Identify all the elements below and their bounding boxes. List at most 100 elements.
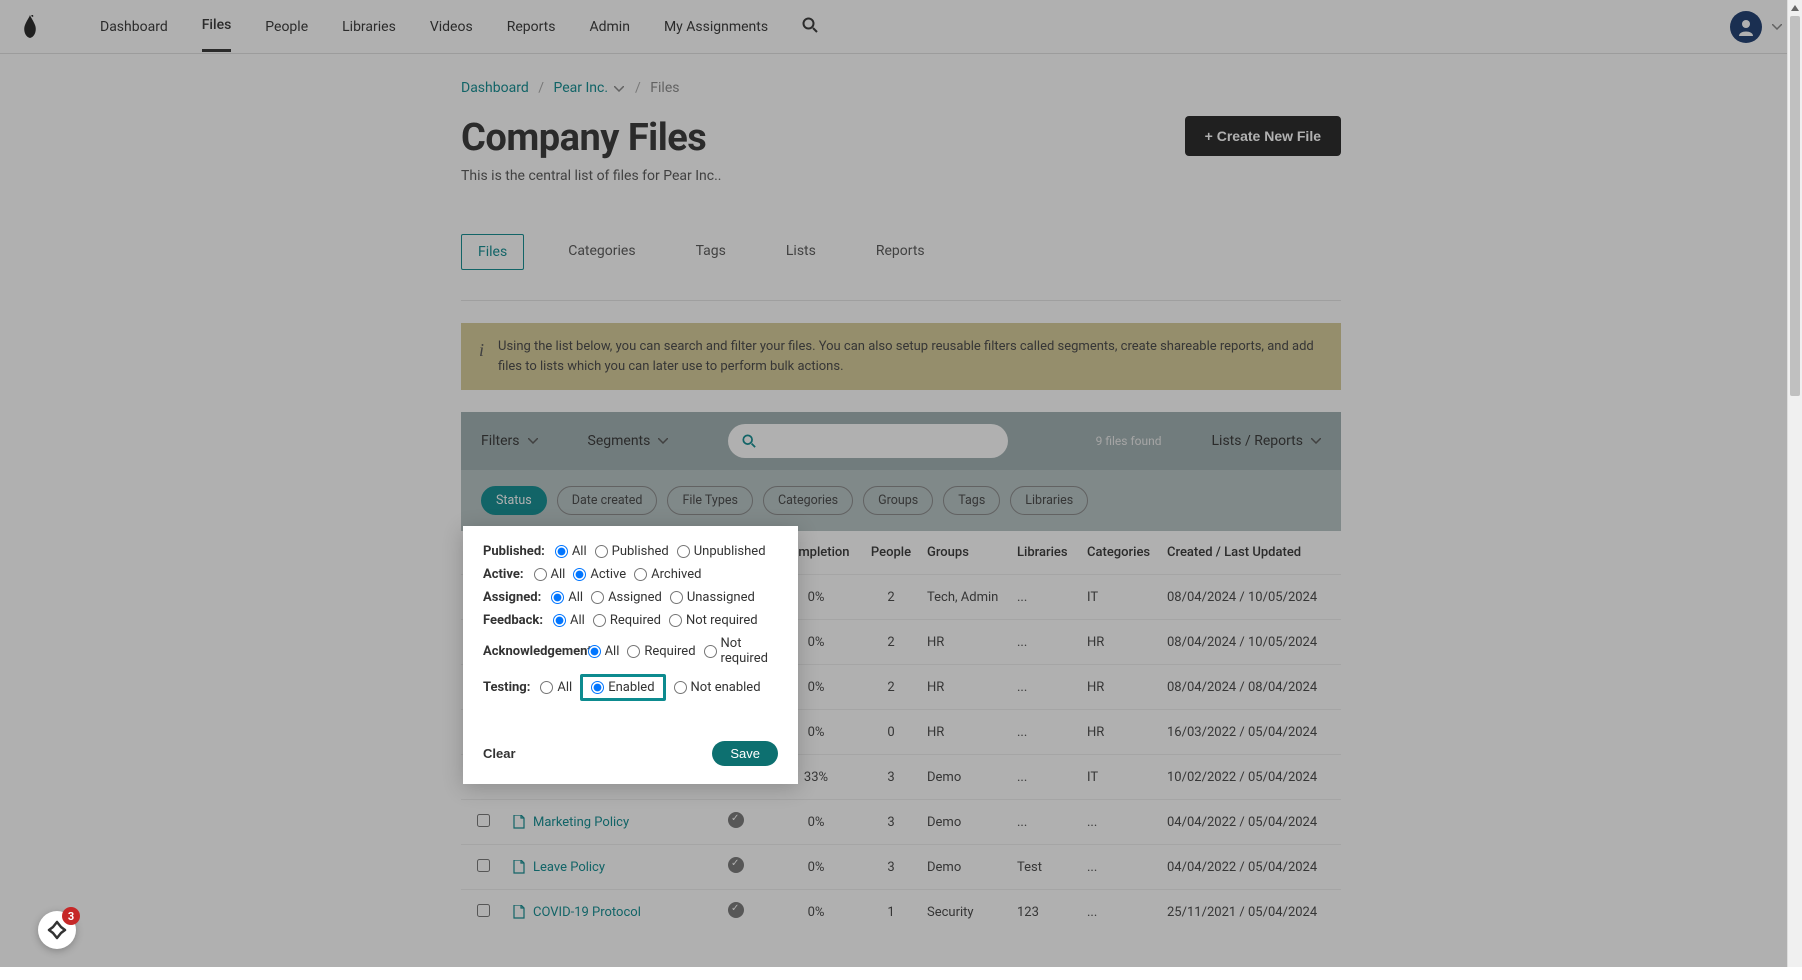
filter-option-unassigned[interactable]: Unassigned [670, 590, 755, 605]
save-button[interactable]: Save [712, 741, 778, 766]
filter-option-all[interactable]: All [551, 590, 583, 605]
people-cell: 3 [861, 770, 921, 785]
chip-libraries[interactable]: Libraries [1010, 486, 1088, 515]
people-cell: 3 [861, 860, 921, 875]
file-icon [513, 905, 525, 919]
filter-option-required[interactable]: Required [627, 644, 695, 659]
topbar: Dashboard Files People Libraries Videos Repor… [0, 0, 1802, 54]
row-checkbox[interactable] [477, 859, 490, 872]
groups-cell: HR [921, 725, 1011, 740]
breadcrumb-company[interactable]: Pear Inc. [553, 80, 608, 96]
dates-cell: 16/03/2022 / 05/04/2024 [1161, 725, 1331, 740]
filter-option-active[interactable]: Active [573, 567, 626, 582]
filter-row-assigned: Assigned:AllAssignedUnassigned [483, 590, 778, 605]
logo-icon [20, 15, 40, 39]
chip-date-created[interactable]: Date created [557, 486, 658, 515]
filter-option-not-required[interactable]: Not required [704, 636, 778, 666]
filter-option-not-required[interactable]: Not required [669, 613, 758, 628]
create-file-button[interactable]: + Create New File [1185, 116, 1341, 156]
table-row[interactable]: COVID-19 Protocol 0% 1 Security 123 ... … [461, 889, 1341, 934]
file-name[interactable]: Marketing Policy [513, 815, 695, 830]
published-icon [728, 902, 744, 918]
tab-lists[interactable]: Lists [770, 234, 832, 270]
segments-button[interactable]: Segments [588, 433, 669, 449]
filter-label: Active: [483, 567, 524, 582]
scroll-up-icon[interactable] [1788, 0, 1802, 16]
categories-cell: ... [1081, 815, 1161, 830]
tabs: Files Categories Tags Lists Reports [461, 234, 1341, 270]
chip-groups[interactable]: Groups [863, 486, 933, 515]
filters-button[interactable]: Filters [481, 433, 538, 449]
tab-tags[interactable]: Tags [680, 234, 742, 270]
scroll-thumb[interactable] [1790, 16, 1800, 396]
row-checkbox[interactable] [477, 904, 490, 917]
filter-option-enabled[interactable]: Enabled [580, 674, 665, 701]
groups-cell: Security [921, 905, 1011, 920]
libraries-cell: ... [1011, 725, 1081, 740]
nav-libraries[interactable]: Libraries [342, 3, 396, 51]
chip-status[interactable]: Status [481, 486, 547, 515]
filter-option-all[interactable]: All [534, 567, 566, 582]
tab-reports[interactable]: Reports [860, 234, 941, 270]
filter-option-all[interactable]: All [540, 680, 572, 695]
page-title: Company Files [461, 116, 706, 160]
libraries-cell: ... [1011, 590, 1081, 605]
filter-option-archived[interactable]: Archived [634, 567, 701, 582]
row-checkbox[interactable] [477, 814, 490, 827]
dates-cell: 08/04/2024 / 08/04/2024 [1161, 680, 1331, 695]
filter-option-required[interactable]: Required [593, 613, 661, 628]
filter-option-all[interactable]: All [553, 613, 585, 628]
filter-option-not-enabled[interactable]: Not enabled [674, 680, 761, 695]
toolbar: Filters Segments 9 files found Lists / R… [461, 412, 1341, 470]
search-icon[interactable] [802, 17, 818, 37]
breadcrumb-root[interactable]: Dashboard [461, 80, 529, 96]
people-cell: 2 [861, 680, 921, 695]
file-name[interactable]: Leave Policy [513, 860, 695, 875]
categories-cell: IT [1081, 770, 1161, 785]
filter-option-unpublished[interactable]: Unpublished [677, 544, 766, 559]
table-row[interactable]: Marketing Policy 0% 3 Demo ... ... 04/04… [461, 799, 1341, 844]
completion-cell: 0% [771, 860, 861, 875]
clear-button[interactable]: Clear [483, 746, 516, 761]
nav-my-assignments[interactable]: My Assignments [664, 3, 768, 51]
libraries-cell: ... [1011, 680, 1081, 695]
filter-row-active: Active: All Active Archived [483, 567, 778, 582]
filter-row-published: Published:AllPublishedUnpublished [483, 544, 778, 559]
info-icon: i [479, 337, 484, 376]
chevron-down-icon[interactable] [1772, 24, 1782, 30]
filter-chips: Status Date created File Types Categories Gr… [461, 470, 1341, 531]
lists-reports-button[interactable]: Lists / Reports [1212, 433, 1322, 449]
nav-reports[interactable]: Reports [507, 3, 556, 51]
chip-categories[interactable]: Categories [763, 486, 853, 515]
filter-option-published[interactable]: Published [595, 544, 669, 559]
notification-bubble[interactable]: 3 [38, 911, 76, 949]
tab-files[interactable]: Files [461, 234, 524, 270]
search-icon [742, 434, 756, 448]
table-row[interactable]: Leave Policy 0% 3 Demo Test ... 04/04/20… [461, 844, 1341, 889]
dates-cell: 04/04/2022 / 05/04/2024 [1161, 860, 1331, 875]
file-name[interactable]: COVID-19 Protocol [513, 905, 695, 920]
chip-tags[interactable]: Tags [943, 486, 1000, 515]
avatar[interactable] [1730, 11, 1762, 43]
people-cell: 1 [861, 905, 921, 920]
nav-admin[interactable]: Admin [589, 3, 629, 51]
nav-files[interactable]: Files [202, 1, 232, 52]
filter-option-assigned[interactable]: Assigned [591, 590, 662, 605]
search-input[interactable] [756, 434, 994, 449]
nav-people[interactable]: People [265, 3, 308, 51]
tab-categories[interactable]: Categories [552, 234, 651, 270]
nav-dashboard[interactable]: Dashboard [100, 3, 168, 51]
people-cell: 0 [861, 725, 921, 740]
categories-cell: HR [1081, 680, 1161, 695]
content: Dashboard / Pear Inc. / Files Company Fi… [461, 54, 1341, 980]
scrollbar[interactable] [1787, 0, 1802, 967]
chevron-down-icon[interactable] [614, 86, 624, 92]
chip-file-types[interactable]: File Types [667, 486, 753, 515]
search-input-wrap[interactable] [728, 424, 1008, 458]
filter-option-all[interactable]: All [588, 644, 620, 659]
top-nav: Dashboard Files People Libraries Videos Repor… [100, 1, 768, 52]
filter-option-all[interactable]: All [555, 544, 587, 559]
nav-videos[interactable]: Videos [430, 3, 473, 51]
filter-row-testing: Testing:AllEnabledNot enabled [483, 674, 778, 701]
groups-cell: Tech, Admin [921, 590, 1011, 605]
